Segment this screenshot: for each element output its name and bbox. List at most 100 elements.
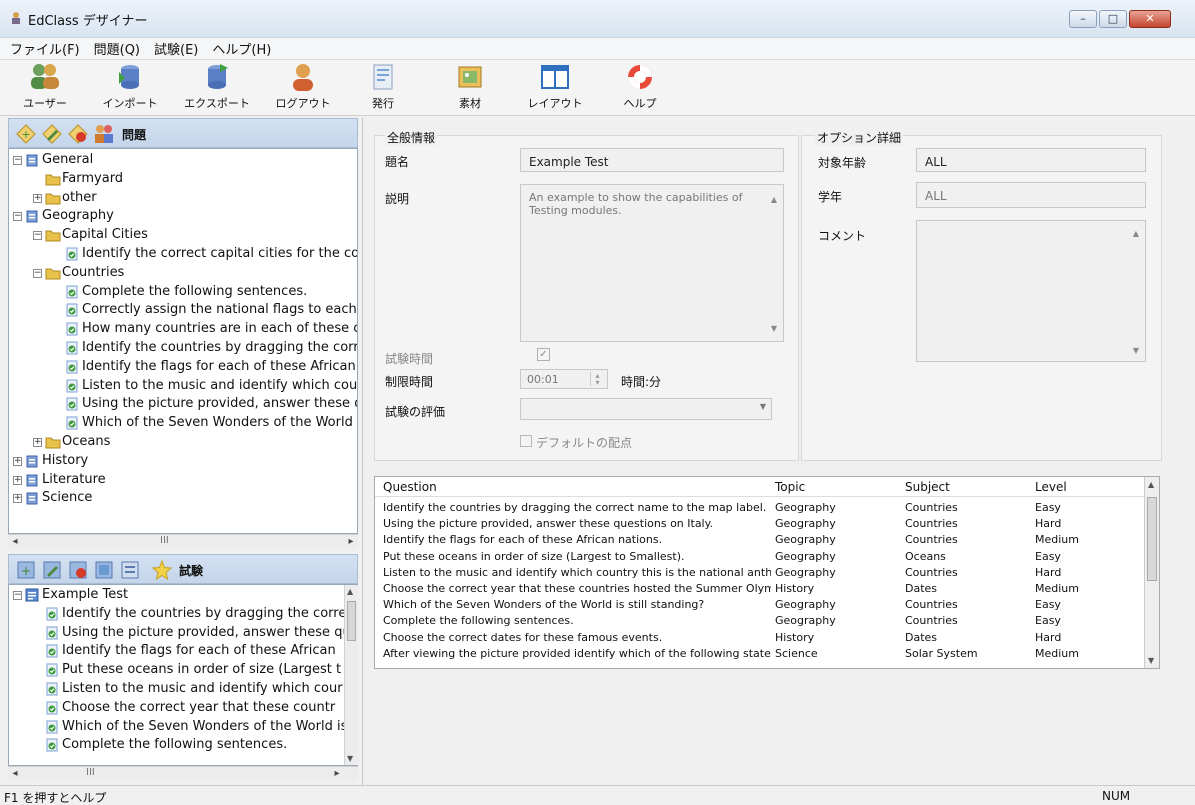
question-item[interactable]: Identify the correct capital cities for … [9, 245, 357, 263]
subject-node[interactable]: − Geography [9, 207, 357, 225]
question-item[interactable]: Correctly assign the national flags to e… [9, 301, 357, 319]
default-score-checkbox[interactable] [520, 435, 532, 447]
expand-icon[interactable]: + [13, 475, 22, 485]
collapse-icon[interactable]: − [33, 231, 42, 241]
col-subject[interactable]: Subject [905, 480, 950, 494]
expand-icon[interactable]: + [13, 494, 22, 504]
question-item[interactable]: How many countries are in each of these … [9, 320, 357, 338]
help-button[interactable]: ヘルプ [605, 62, 675, 111]
menu-question[interactable]: 問題(Q) [92, 39, 142, 58]
exam-tree-vscroll[interactable]: ▲ ▼ [344, 585, 358, 765]
question-item[interactable]: Choose the correct year that these count… [9, 699, 357, 717]
grid-vscroll[interactable]: ▲ ▼ [1144, 477, 1159, 668]
question-users-icon[interactable] [93, 123, 115, 145]
exam-time-checkbox[interactable]: ✓ [537, 348, 550, 361]
exam-tree-hscroll[interactable]: ◂ III ▸ [8, 766, 358, 780]
subject-node[interactable]: + Science [9, 489, 357, 507]
subject-node[interactable]: + Literature [9, 471, 357, 489]
table-row[interactable]: Identify the flags for each of these Afr… [375, 533, 1145, 547]
question-item[interactable]: Which of the Seven Wonders of the World … [9, 414, 357, 432]
question-item[interactable]: Identify the flags for each of these Afr… [9, 642, 357, 660]
question-item[interactable]: Which of the Seven Wonders of the World … [9, 718, 357, 736]
maximize-button[interactable]: □ [1099, 10, 1127, 28]
name-field[interactable]: Example Test [520, 148, 784, 172]
col-topic[interactable]: Topic [775, 480, 805, 494]
menu-file[interactable]: ファイル(F) [8, 39, 82, 58]
spinner-icon[interactable]: ▴ ▾ [590, 372, 604, 387]
collapse-icon[interactable]: − [13, 156, 22, 165]
question-item[interactable]: Using the picture provided, answer these… [9, 395, 357, 413]
scroll-left-icon[interactable]: ◂ [8, 767, 22, 781]
comment-field[interactable]: ▲ ▼ [916, 220, 1146, 362]
scroll-right-icon[interactable]: ▸ [330, 767, 344, 781]
col-question[interactable]: Question [383, 480, 437, 494]
layout-button[interactable]: レイアウト [520, 62, 590, 111]
delete-exam-icon[interactable] [67, 559, 89, 581]
question-item[interactable]: Identify the countries by dragging the c… [9, 339, 357, 357]
topic-folder[interactable]: + other [9, 189, 357, 207]
table-row[interactable]: Listen to the music and identify which c… [375, 566, 1145, 580]
topic-folder[interactable]: − Capital Cities [9, 226, 357, 244]
topic-folder[interactable]: Farmyard [9, 170, 357, 188]
menu-help[interactable]: ヘルプ(H) [210, 39, 273, 58]
table-row[interactable]: Complete the following sentences. Geograp… [375, 614, 1145, 628]
table-row[interactable]: Which of the Seven Wonders of the World … [375, 598, 1145, 612]
scroll-right-icon[interactable]: ▸ [344, 535, 358, 549]
collapse-icon[interactable]: − [13, 591, 22, 600]
grading-select[interactable]: ▼ [520, 398, 772, 420]
topic-folder[interactable]: + Oceans [9, 433, 357, 451]
table-row[interactable]: Choose the correct year that these count… [375, 582, 1145, 596]
exam-preview-icon[interactable] [119, 559, 141, 581]
question-item[interactable]: Identify the countries by dragging the c… [9, 605, 357, 623]
col-level[interactable]: Level [1035, 480, 1067, 494]
question-grid[interactable]: Question Topic Subject Level Identify th… [374, 476, 1160, 669]
export-button[interactable]: エクスポート [182, 62, 252, 111]
question-item[interactable]: Listen to the music and identify which c… [9, 377, 357, 395]
table-row[interactable]: Put these oceans in order of size (Large… [375, 550, 1145, 564]
question-item[interactable]: Using the picture provided, answer these… [9, 624, 357, 642]
material-button[interactable]: 素材 [435, 62, 505, 111]
expand-icon[interactable]: + [13, 456, 22, 466]
edit-question-icon[interactable] [41, 123, 63, 145]
expand-icon[interactable]: + [33, 438, 42, 447]
close-button[interactable]: ✕ [1129, 10, 1171, 28]
collapse-icon[interactable]: − [13, 212, 22, 222]
exam-node[interactable]: − Example Test [9, 586, 357, 604]
time-limit-input[interactable]: 00:01 ▴ ▾ [520, 369, 608, 389]
question-tree[interactable]: − General Farmyard + other − Geography − Capital… [8, 148, 358, 534]
edit-exam-icon[interactable] [41, 559, 63, 581]
subject-node[interactable]: + History [9, 452, 357, 470]
scroll-left-icon[interactable]: ◂ [8, 535, 22, 549]
question-item[interactable]: Complete the following sentences. [9, 736, 357, 754]
subject-node[interactable]: − General [9, 151, 357, 169]
exam-tree[interactable]: − Example Test Identify the countries by d… [8, 584, 358, 766]
minimize-button[interactable]: – [1069, 10, 1097, 28]
tree-label: Oceans [62, 434, 111, 449]
add-question-icon[interactable]: + [15, 123, 37, 145]
question-item[interactable]: Complete the following sentences. [9, 283, 357, 301]
publish-button[interactable]: 発行 [348, 62, 418, 111]
table-row[interactable]: Choose the correct dates for these famou… [375, 631, 1145, 645]
target-age-field[interactable]: ALL [916, 148, 1146, 172]
topic-folder[interactable]: − Countries [9, 264, 357, 282]
delete-question-icon[interactable] [67, 123, 89, 145]
import-button[interactable]: インポート [95, 62, 165, 111]
favorite-star-icon[interactable] [151, 559, 173, 581]
menu-exam[interactable]: 試験(E) [152, 39, 200, 58]
grade-field[interactable]: ALL [916, 182, 1146, 208]
table-row[interactable]: Identify the countries by dragging the c… [375, 501, 1145, 515]
add-exam-icon[interactable]: + [15, 559, 37, 581]
expand-icon[interactable]: + [33, 193, 42, 203]
table-row[interactable]: After viewing the picture provided ident… [375, 647, 1145, 661]
description-field[interactable]: An example to show the capabilities of T… [520, 184, 784, 342]
collapse-icon[interactable]: − [33, 268, 42, 278]
question-item[interactable]: Identify the flags for each of these Afr… [9, 358, 357, 376]
question-item[interactable]: Listen to the music and identify which c… [9, 680, 357, 698]
exam-settings-icon[interactable] [93, 559, 115, 581]
logout-button[interactable]: ログアウト [268, 62, 338, 111]
question-tree-hscroll[interactable]: ◂ III ▸ [8, 534, 358, 548]
table-row[interactable]: Using the picture provided, answer these… [375, 517, 1145, 531]
users-button[interactable]: ユーザー [10, 62, 80, 111]
tree-label: other [62, 189, 97, 205]
question-item[interactable]: Put these oceans in order of size (Large… [9, 661, 357, 679]
